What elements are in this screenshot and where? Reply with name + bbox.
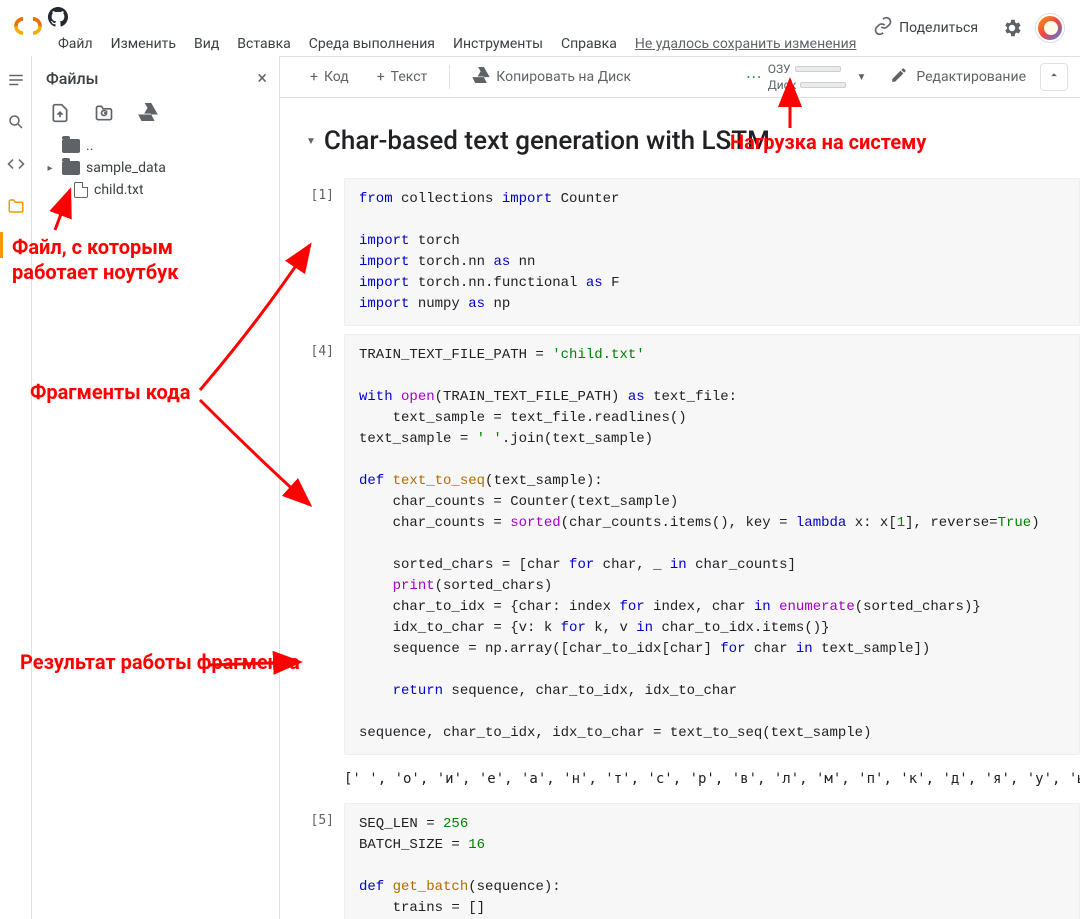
code-cell[interactable]: [4] TRAIN_TEXT_FILE_PATH = 'child.txt' wi… <box>298 334 1080 755</box>
add-text-button[interactable]: + Текст <box>367 65 438 89</box>
files-icon[interactable] <box>6 196 26 216</box>
edit-mode-button[interactable]: Редактирование <box>890 66 1026 88</box>
close-icon[interactable]: × <box>257 68 267 89</box>
notebook[interactable]: ▼ Char-based text generation with LSTM [… <box>280 98 1080 919</box>
tree-folder-label: sample_data <box>86 160 166 176</box>
toc-icon[interactable] <box>6 70 26 90</box>
chevron-right-icon: ▸ <box>44 163 56 174</box>
folder-icon <box>62 161 80 175</box>
share-button[interactable]: Поделиться <box>863 12 988 44</box>
code-content[interactable]: TRAIN_TEXT_FILE_PATH = 'child.txt' with … <box>359 345 1065 744</box>
code-snippets-icon[interactable] <box>6 154 26 174</box>
ram-label: ОЗУ <box>768 62 791 76</box>
share-label: Поделиться <box>899 20 978 36</box>
expand-button[interactable] <box>1040 63 1068 91</box>
code-content[interactable]: SEQ_LEN = 256 BATCH_SIZE = 16 def get_ba… <box>359 814 1065 919</box>
upload-file-icon[interactable] <box>50 103 72 125</box>
header: Файл Изменить Вид Вставка Среда выполнен… <box>0 0 1080 56</box>
file-icon <box>74 182 88 198</box>
menu-edit[interactable]: Изменить <box>103 32 184 56</box>
menu-help[interactable]: Справка <box>553 32 625 56</box>
add-code-button[interactable]: + Код <box>300 65 359 89</box>
cell-output: [' ', 'о', 'и', 'е', 'а', 'н', 'т', 'с',… <box>298 763 1080 795</box>
drive-icon <box>472 67 490 87</box>
sidebar-title: Файлы <box>46 69 99 88</box>
cell-index: [4] <box>298 334 344 755</box>
disk-bar <box>800 82 846 88</box>
files-sidebar: Файлы × .. ▸ sample_data child.txt <box>32 56 280 919</box>
account-avatar[interactable] <box>1036 14 1064 42</box>
code-cell[interactable]: [1] from collections import Counter impor… <box>298 178 1080 326</box>
settings-button[interactable] <box>998 14 1026 42</box>
add-text-label: Текст <box>391 69 428 85</box>
plus-icon: + <box>310 69 318 85</box>
folder-icon <box>62 139 80 153</box>
menu-view[interactable]: Вид <box>186 32 227 56</box>
disk-label: Диск <box>768 78 797 92</box>
toolbar-separator <box>449 65 450 89</box>
tree-file-child[interactable]: child.txt <box>40 179 271 201</box>
cell-index: [5] <box>298 803 344 919</box>
cell-body[interactable]: TRAIN_TEXT_FILE_PATH = 'child.txt' with … <box>344 334 1080 755</box>
colab-logo[interactable] <box>8 6 48 46</box>
notebook-title: Char-based text generation with LSTM <box>324 126 770 156</box>
edit-mode-label: Редактирование <box>916 69 1026 85</box>
notebook-heading[interactable]: ▼ Char-based text generation with LSTM <box>298 108 1080 170</box>
link-icon <box>873 16 893 40</box>
menu-insert[interactable]: Вставка <box>229 32 298 56</box>
file-tree: .. ▸ sample_data child.txt <box>32 135 279 201</box>
tree-folder-sample-data[interactable]: ▸ sample_data <box>40 157 271 179</box>
cell-body[interactable]: SEQ_LEN = 256 BATCH_SIZE = 16 def get_ba… <box>344 803 1080 919</box>
save-status[interactable]: Не удалось сохранить изменения <box>635 36 857 52</box>
collapse-caret-icon[interactable]: ▼ <box>306 136 316 147</box>
cell-index: [1] <box>298 178 344 326</box>
chevron-up-icon <box>1047 68 1061 86</box>
menu-file[interactable]: Файл <box>50 32 101 56</box>
code-cell[interactable]: [5] SEQ_LEN = 256 BATCH_SIZE = 16 def get… <box>298 803 1080 919</box>
cell-body[interactable]: from collections import Counter import t… <box>344 178 1080 326</box>
ram-bar <box>795 66 841 72</box>
status-dots-icon: ⋯ <box>746 69 762 85</box>
left-rail <box>0 56 32 919</box>
tree-up-label: .. <box>86 138 93 154</box>
code-content[interactable]: from collections import Counter import t… <box>359 189 1065 315</box>
resource-meter[interactable]: ⋯ ОЗУ Диск ▼ <box>746 62 867 92</box>
plus-icon: + <box>377 69 385 85</box>
pencil-icon <box>890 66 908 88</box>
menu-runtime[interactable]: Среда выполнения <box>301 32 443 56</box>
copy-to-drive-button[interactable]: Копировать на Диск <box>462 63 641 91</box>
resource-caret-icon: ▼ <box>856 72 866 83</box>
mount-drive-icon[interactable] <box>138 103 160 125</box>
copy-drive-label: Копировать на Диск <box>496 69 631 85</box>
tree-file-label: child.txt <box>94 182 144 198</box>
rail-active-indicator <box>0 232 3 258</box>
add-code-label: Код <box>324 69 349 85</box>
tree-up[interactable]: .. <box>40 135 271 157</box>
refresh-icon[interactable] <box>94 103 116 125</box>
search-icon[interactable] <box>6 112 26 132</box>
menubar: Файл Изменить Вид Вставка Среда выполнен… <box>48 30 863 58</box>
github-icon[interactable] <box>48 7 70 29</box>
menu-tools[interactable]: Инструменты <box>445 32 551 56</box>
